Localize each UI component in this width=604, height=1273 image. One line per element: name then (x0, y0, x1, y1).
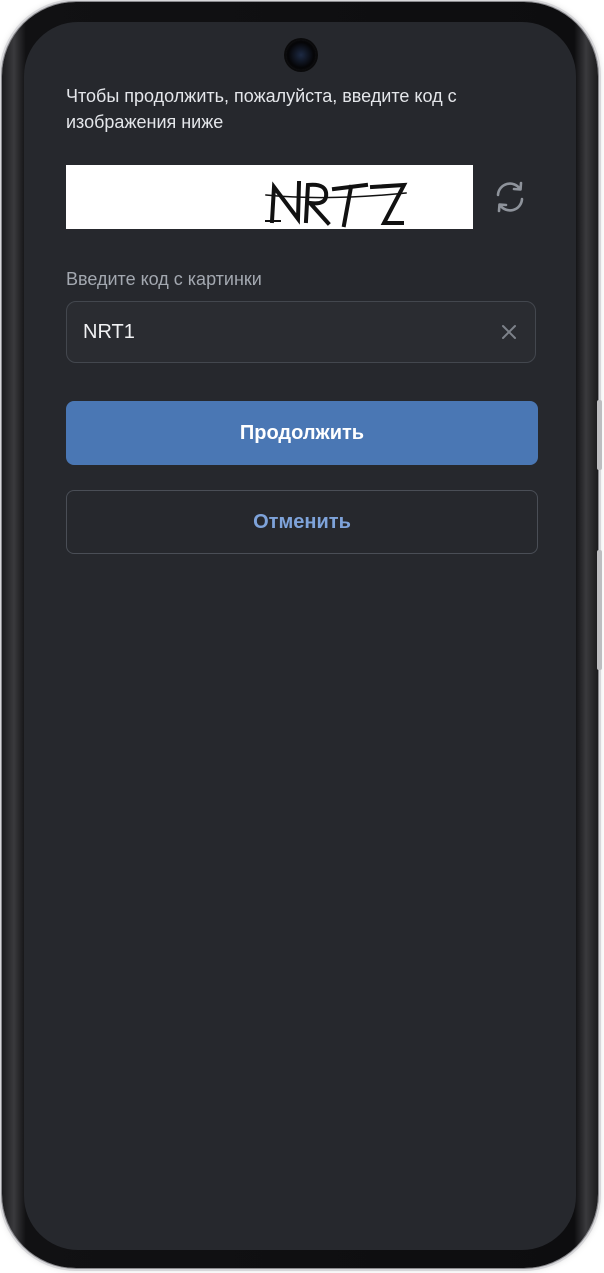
phone-frame: Чтобы продолжить, пожалуйста, введите ко… (2, 2, 602, 1268)
captcha-prompt: Чтобы продолжить, пожалуйста, введите ко… (66, 86, 457, 132)
refresh-icon (496, 181, 524, 213)
front-camera (286, 40, 316, 70)
close-icon[interactable] (499, 322, 519, 342)
cancel-button[interactable]: Отменить (66, 490, 538, 554)
power-button (597, 400, 602, 470)
code-field-label: Введите код с картинки (66, 269, 262, 289)
code-input[interactable] (83, 302, 483, 362)
continue-button[interactable]: Продолжить (66, 401, 538, 465)
volume-button (597, 550, 602, 670)
refresh-captcha-button[interactable] (490, 177, 530, 217)
code-input-container (66, 301, 536, 363)
captcha-image (66, 165, 473, 229)
screen: Чтобы продолжить, пожалуйста, введите ко… (24, 22, 576, 1250)
captcha-image-graphic (265, 180, 408, 228)
